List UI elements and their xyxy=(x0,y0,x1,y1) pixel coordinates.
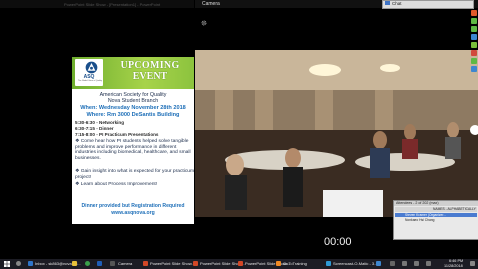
volume-icon[interactable] xyxy=(414,261,419,266)
powerpoint-icon[interactable] xyxy=(193,261,198,266)
taskbar-app-icon[interactable] xyxy=(376,261,381,266)
keyboard-icon[interactable] xyxy=(426,261,431,266)
settings-gear-icon[interactable] xyxy=(201,20,207,26)
attendee-name[interactable]: Steven Kramer (Organizer... xyxy=(405,213,446,217)
slide-heading-line1: UPCOMING xyxy=(120,60,180,71)
asq-logo-sub: The Global Voice of Quality xyxy=(77,80,103,82)
attendees-sort-label[interactable]: NAMES - ALPHABETICALLY xyxy=(433,207,476,211)
attendees-header: Attendees - 2 of 202 (max) xyxy=(396,201,439,205)
toolbar-blue-icon[interactable] xyxy=(471,66,477,72)
chat-label: Chat xyxy=(392,1,402,6)
slide-footer-registration: Dinner provided but Registration Require… xyxy=(81,203,185,209)
toolbar-green-icon[interactable] xyxy=(471,26,477,32)
taskbar-date[interactable]: 11/28/2018 xyxy=(444,264,463,268)
tray-chevron-icon[interactable] xyxy=(390,261,395,266)
asq-logo-box: ASQ The Global Voice of Quality xyxy=(75,59,103,86)
gototraining-side-toolbar xyxy=(470,10,478,74)
presenter-title-strip: PowerPoint Slide Show - [Presentation1] … xyxy=(0,0,194,8)
toolbar-green-icon[interactable] xyxy=(471,42,477,48)
slide-bullet: ❖ Gain insight into what is expected for… xyxy=(75,169,194,180)
taskbar-item-powerpoint-1[interactable]: PowerPoint Slide Show... xyxy=(150,261,195,266)
attendee-name[interactable]: Nonkaeo Hsi Chang xyxy=(405,218,435,222)
camera-title: Camera xyxy=(202,1,220,7)
powerpoint-icon[interactable] xyxy=(143,261,148,266)
slide-when: When: Wednesday November 28th 2018 xyxy=(80,105,186,111)
gototraining-icon[interactable] xyxy=(276,261,281,266)
slide-bullet: ❖ Come hear how PI students helped solve… xyxy=(75,139,191,161)
slide-footer-url: www.asqnova.org xyxy=(111,210,155,216)
chrome-icon[interactable] xyxy=(85,261,90,266)
camera-icon[interactable] xyxy=(110,261,115,266)
toolbar-red-icon[interactable] xyxy=(471,50,477,56)
slide-where: Where: Rm 3000 DeSantis Building xyxy=(86,112,180,118)
toolbar-green-icon[interactable] xyxy=(471,18,477,24)
chat-icon xyxy=(385,1,390,5)
camera-video-feed xyxy=(195,50,478,217)
slide-heading-line2: EVENT xyxy=(132,71,168,82)
network-icon[interactable] xyxy=(402,261,407,266)
schedule-item: 5:30-6:30 - Networking xyxy=(75,120,125,125)
screencast-icon[interactable] xyxy=(326,261,331,266)
presentation-slide: ASQ The Global Voice of Quality UPCOMING… xyxy=(72,57,194,224)
word-icon[interactable] xyxy=(97,261,102,266)
slide-org-line2: Nova Student Branch xyxy=(107,98,159,104)
file-explorer-icon[interactable] xyxy=(72,261,77,266)
toolbar-orange-icon[interactable] xyxy=(471,10,477,16)
asq-logo-icon xyxy=(85,61,98,74)
recording-timer: 00:00 xyxy=(324,236,352,248)
outlook-icon[interactable] xyxy=(28,261,33,266)
toolbar-green-icon[interactable] xyxy=(471,58,477,64)
notifications-icon[interactable] xyxy=(470,261,475,266)
taskbar-time[interactable]: 6:46 PM xyxy=(449,259,463,263)
slide-bullet: ❖ Learn about Process Improvement! xyxy=(75,182,158,187)
toolbar-blue-icon[interactable] xyxy=(471,34,477,40)
taskbar-item-screencast[interactable]: Screencast-O-Matic - 3... xyxy=(333,261,377,266)
schedule-item: 7:15-8:00 - PI Practicum Presentations xyxy=(75,132,159,137)
taskbar-item-gototraining[interactable]: GoToTraining xyxy=(283,261,307,266)
schedule-item: 6:30-7:15 - Dinner xyxy=(75,126,114,131)
search-icon[interactable] xyxy=(16,261,21,266)
windows-start-icon[interactable] xyxy=(4,261,10,267)
presenter-title: PowerPoint Slide Show - [Presentation1] … xyxy=(64,2,161,7)
taskbar-item-camera[interactable]: Camera xyxy=(118,261,132,266)
powerpoint-icon[interactable] xyxy=(238,261,243,266)
